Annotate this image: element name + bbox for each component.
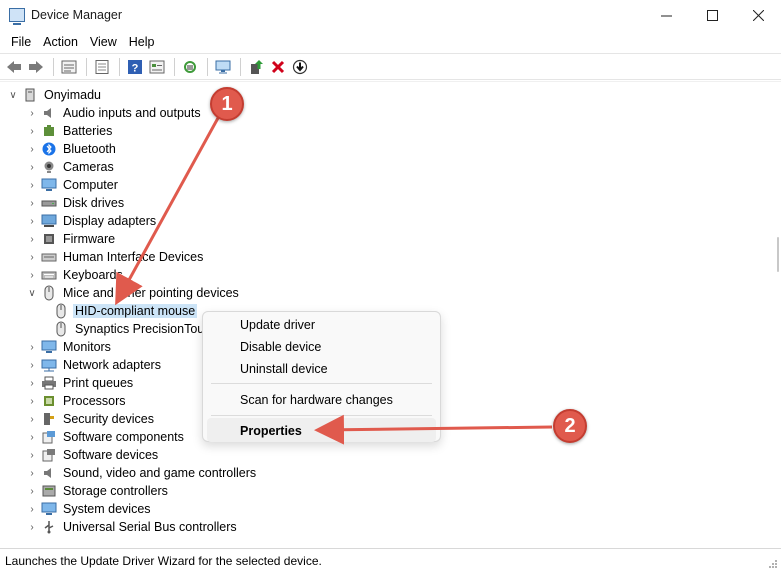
resize-grip-icon[interactable] — [768, 559, 778, 569]
callout-two: 2 — [553, 409, 587, 443]
status-text: Launches the Update Driver Wizard for th… — [5, 553, 322, 568]
arrow-to-hid-mouse — [115, 117, 220, 306]
arrow-to-properties — [314, 414, 553, 445]
annotation-arrows — [115, 117, 553, 445]
status-bar: Launches the Update Driver Wizard for th… — [0, 548, 781, 572]
callout-one: 1 — [210, 87, 244, 121]
